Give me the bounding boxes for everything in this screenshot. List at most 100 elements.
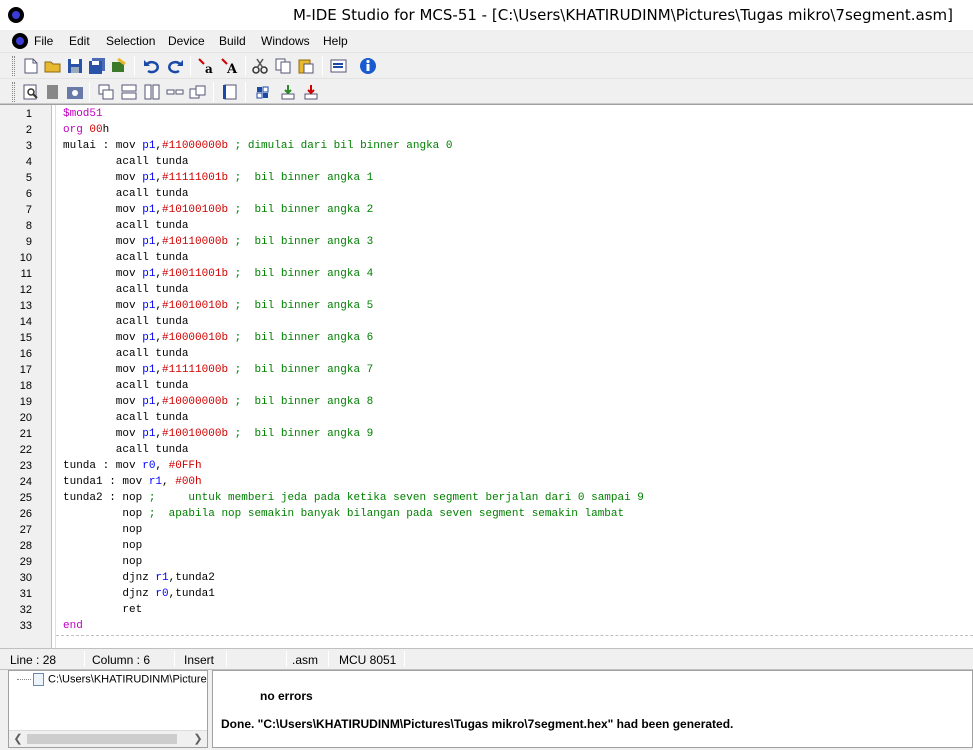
scroll-left-icon[interactable]: ❮	[10, 732, 26, 746]
line-number: 17	[19, 364, 32, 376]
toolbar-separator	[89, 82, 90, 102]
code-token: p1	[142, 268, 156, 280]
code-line[interactable]: tunda1 : mov r1, #00h	[63, 474, 202, 490]
code-line[interactable]: mulai : mov p1,#11000000b ; dimulai dari…	[63, 138, 452, 154]
line-number: 4	[25, 156, 32, 168]
open-folder-icon[interactable]	[43, 56, 63, 76]
menu-windows[interactable]: Windows	[261, 34, 310, 48]
scrollbar-thumb[interactable]	[27, 734, 177, 744]
page-icon[interactable]	[220, 82, 240, 102]
copy-icon[interactable]	[273, 56, 293, 76]
toolbar-grip[interactable]	[12, 56, 15, 76]
scroll-right-icon[interactable]: ❯	[190, 732, 206, 746]
code-comment: ; bil binner angka 6	[228, 332, 374, 344]
save-icon[interactable]	[65, 56, 85, 76]
tile-vertical-icon[interactable]	[142, 82, 162, 102]
code-line[interactable]: mov p1,#11111001b ; bil binner angka 1	[63, 170, 373, 186]
file-icon	[33, 673, 44, 686]
main-toolbar: a A	[0, 52, 973, 78]
toolbar-grip[interactable]	[12, 82, 15, 102]
menu-build[interactable]: Build	[219, 34, 246, 48]
code-line[interactable]: mov p1,#10000000b ; bil binner angka 8	[63, 394, 373, 410]
code-line[interactable]: djnz r1,tunda2	[63, 570, 214, 586]
code-line[interactable]: org 00h	[63, 122, 109, 138]
code-token: djnz	[63, 572, 156, 584]
menu-edit[interactable]: Edit	[69, 34, 90, 48]
menu-device[interactable]: Device	[168, 34, 205, 48]
code-line[interactable]: nop	[63, 522, 142, 538]
line-number: 2	[25, 124, 32, 136]
minimize-all-icon[interactable]	[165, 82, 185, 102]
properties-icon[interactable]	[329, 56, 349, 76]
document-menu-icon[interactable]	[12, 33, 28, 49]
tile-horizontal-icon[interactable]	[119, 82, 139, 102]
code-line[interactable]: tunda : mov r0, #0FFh	[63, 458, 202, 474]
horizontal-scrollbar[interactable]: ❮ ❯	[9, 730, 207, 747]
code-token: acall tunda	[63, 348, 189, 360]
menu-help[interactable]: Help	[323, 34, 348, 48]
code-line[interactable]: acall tunda	[63, 186, 189, 202]
info-icon[interactable]	[358, 56, 378, 76]
download-icon[interactable]	[278, 82, 298, 102]
cascade-windows-icon[interactable]	[96, 82, 116, 102]
code-comment: ; bil binner angka 3	[228, 236, 374, 248]
run-icon[interactable]	[301, 82, 321, 102]
status-separator	[404, 651, 405, 667]
code-line[interactable]: nop	[63, 538, 142, 554]
project-file-path: C:\Users\KHATIRUDINM\Pictures\Tugas mikr…	[48, 673, 207, 686]
code-line[interactable]: mov p1,#10010000b ; bil binner angka 9	[63, 426, 373, 442]
code-line[interactable]: mov p1,#10100100b ; bil binner angka 2	[63, 202, 373, 218]
code-line[interactable]: end	[63, 618, 83, 634]
code-line[interactable]: acall tunda	[63, 282, 189, 298]
cut-icon[interactable]	[250, 56, 270, 76]
code-token: #0FFh	[168, 460, 202, 472]
code-line[interactable]: mov p1,#10000010b ; bil binner angka 6	[63, 330, 373, 346]
close-file-icon[interactable]	[109, 56, 129, 76]
code-line[interactable]: nop ; apabila nop semakin banyak bilanga…	[63, 506, 624, 522]
paste-icon[interactable]	[296, 56, 316, 76]
code-line[interactable]: acall tunda	[63, 346, 189, 362]
code-token: r1	[155, 572, 169, 584]
build-icon[interactable]	[255, 82, 275, 102]
redo-icon[interactable]	[165, 56, 185, 76]
code-editor[interactable]: 1 2 3 4 5 6 7 8 9 10 11 12 13 14 15 16 17 18 19 20 21 22 23 24 2…	[0, 104, 973, 648]
uppercase-icon[interactable]: A	[220, 56, 240, 76]
replace-icon[interactable]	[65, 82, 85, 102]
find-icon[interactable]	[21, 82, 41, 102]
code-line[interactable]: acall tunda	[63, 314, 189, 330]
code-line[interactable]: mov p1,#11111000b ; bil binner angka 7	[63, 362, 373, 378]
code-token: #11111000b	[162, 364, 229, 376]
code-line[interactable]: djnz r0,tunda1	[63, 586, 215, 602]
code-line[interactable]: acall tunda	[63, 378, 189, 394]
code-line[interactable]: tunda2 : nop ; untuk memberi jeda pada k…	[63, 490, 644, 506]
code-line[interactable]: mov p1,#10011001b ; bil binner angka 4	[63, 266, 373, 282]
lowercase-icon[interactable]: a	[197, 56, 217, 76]
code-line[interactable]: $mod51	[63, 106, 103, 122]
status-bar: Line : 28 Column : 6 Insert .asm MCU 805…	[0, 648, 973, 670]
menu-file[interactable]: File	[34, 34, 53, 48]
arrange-icons-icon[interactable]	[188, 82, 208, 102]
line-number: 12	[19, 284, 32, 296]
code-line[interactable]: mov p1,#10110000b ; bil binner angka 3	[63, 234, 373, 250]
code-line[interactable]: acall tunda	[63, 154, 189, 170]
new-file-icon[interactable]	[21, 56, 41, 76]
code-line[interactable]: mov p1,#10010010b ; bil binner angka 5	[63, 298, 373, 314]
code-line[interactable]: acall tunda	[63, 410, 189, 426]
code-line[interactable]: acall tunda	[63, 442, 189, 458]
code-line[interactable]: acall tunda	[63, 250, 189, 266]
menu-selection[interactable]: Selection	[106, 34, 155, 48]
status-separator	[286, 651, 287, 667]
code-line[interactable]: ret	[63, 602, 142, 618]
save-all-icon[interactable]	[87, 56, 107, 76]
project-tree-item[interactable]: C:\Users\KHATIRUDINM\Pictures\Tugas mikr…	[17, 673, 207, 686]
bookmark-icon[interactable]	[43, 82, 63, 102]
code-token: ,tunda1	[168, 588, 215, 600]
code-line[interactable]: acall tunda	[63, 218, 189, 234]
code-token: tunda1 : mov	[63, 476, 149, 488]
code-line[interactable]: nop	[63, 554, 142, 570]
undo-icon[interactable]	[142, 56, 162, 76]
line-number: 5	[25, 172, 32, 184]
code-token: mov	[63, 300, 143, 312]
code-token: mulai : mov	[63, 140, 143, 152]
svg-text:a: a	[205, 62, 213, 75]
